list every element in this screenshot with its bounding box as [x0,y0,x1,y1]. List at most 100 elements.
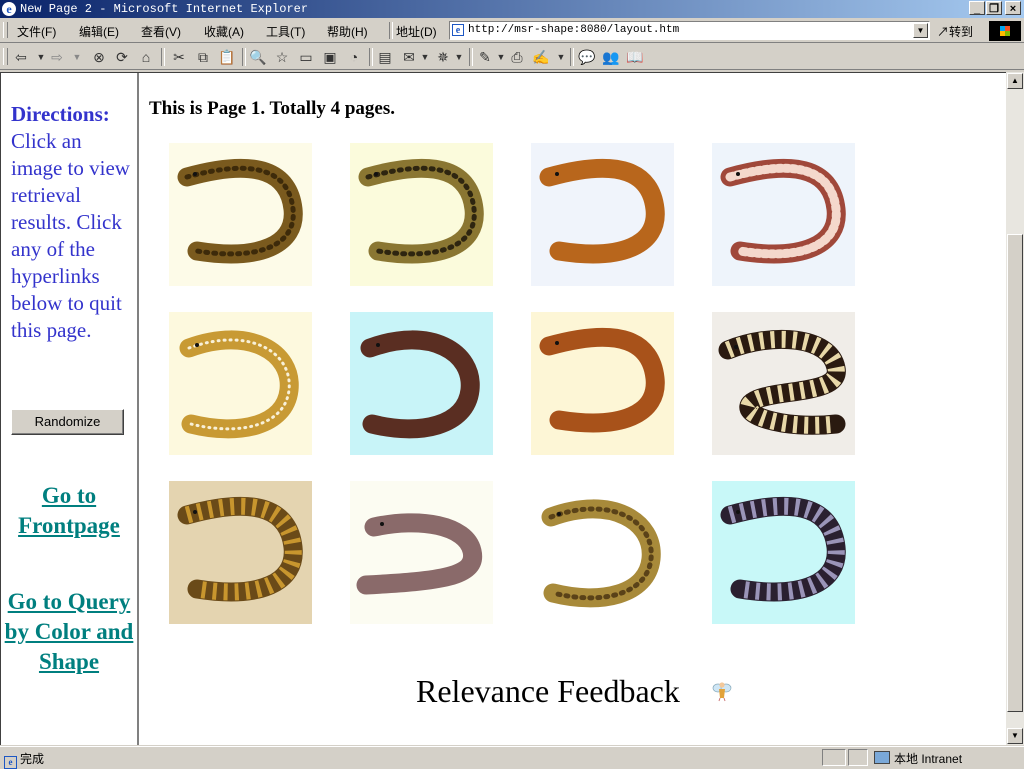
mail-dropdown-icon[interactable]: ▼ [416,48,434,66]
directions-heading: Directions: [11,102,110,126]
eel-image[interactable] [712,143,855,286]
status-bar: e 完成 本地 Intranet [0,746,1024,769]
eel-image[interactable] [169,143,312,286]
eel-image[interactable] [169,481,312,624]
paste-icon[interactable]: 📋 [218,48,236,66]
status-pane [822,749,846,766]
eel-graphic [177,496,303,602]
toolbar-grip [3,48,8,65]
page-info: This is Page 1. Totally 4 pages. [149,98,395,119]
encoding-dropdown-icon[interactable]: ▼ [450,48,468,66]
cut-icon[interactable]: ✂ [170,48,188,66]
research-icon[interactable]: 📖 [626,48,644,66]
history-icon[interactable]: ▭ [297,48,315,66]
go-to-query-link[interactable]: Go to Query by Color and Shape [1,587,137,677]
scroll-thumb[interactable] [1007,234,1023,712]
eel-image[interactable] [350,312,493,455]
eel-graphic [177,158,303,264]
stop-icon[interactable]: ⊗ [90,48,108,66]
print-icon[interactable]: ⎙ [508,48,526,66]
address-bar[interactable]: e ▼ [449,21,930,40]
eel-graphic [179,330,299,439]
go-button[interactable]: ↗转到 [937,23,973,40]
channels-icon[interactable]: ▣ [321,48,339,66]
go-to-frontpage-link[interactable]: Go to Frontpage [1,481,137,541]
page-status-icon: e [4,756,17,769]
edit-page-icon[interactable]: ✍ [532,48,550,66]
status-label: 完成 [20,752,45,766]
toolbar-separator [469,48,473,66]
eel-image[interactable] [531,143,674,286]
eel-image[interactable] [350,143,493,286]
home-icon[interactable]: ⌂ [137,48,155,66]
media-icon[interactable]: ◔ [345,48,363,66]
zone-label: 本地 Intranet [894,752,963,766]
fullscreen-icon[interactable]: ▤ [376,48,394,66]
eel-graphic [720,158,846,264]
forward-dropdown-icon[interactable]: ▼ [68,48,86,66]
menu-edit[interactable]: 编辑(E) [79,23,119,40]
scroll-up-button[interactable]: ▲ [1007,73,1023,89]
minimize-button[interactable]: _ [969,1,985,15]
window-title: New Page 2 - Microsoft Internet Explorer [20,2,309,16]
ie-logo-icon: e [2,2,16,16]
copy-icon[interactable]: ⧉ [194,48,212,66]
fairy-icon[interactable] [712,680,732,702]
eel-graphic [356,513,483,595]
eel-image[interactable] [169,312,312,455]
eel-graphic [718,329,846,435]
eel-image[interactable] [531,481,674,624]
forward-icon[interactable]: ⇨ [48,48,66,66]
address-input[interactable] [468,23,908,38]
toolbar: ⇦ ▼ ⇨ ▼ ⊗ ⟳ ⌂ ✂ ⧉ 📋 🔍 ☆ ▭ ▣ ◔ ▤ ✉ ▼ ✵ ▼ … [0,44,1024,70]
toolbar-separator [242,48,246,66]
browser-viewport: Directions: Click an image to view retri… [0,72,1006,745]
address-separator [389,22,393,39]
page-icon: e [452,24,464,36]
menu-file[interactable]: 文件(F) [17,23,56,40]
title-bar: e New Page 2 - Microsoft Internet Explor… [0,0,1024,18]
left-frame: Directions: Click an image to view retri… [1,73,139,745]
scroll-down-button[interactable]: ▼ [1007,728,1023,744]
randomize-button[interactable]: Randomize [11,409,124,435]
eel-image[interactable] [350,481,493,624]
eel-image[interactable] [531,312,674,455]
favorites-icon[interactable]: ☆ [273,48,291,66]
menu-tools[interactable]: 工具(T) [266,23,305,40]
main-frame: This is Page 1. Totally 4 pages. Relevan… [139,73,1005,745]
menu-help[interactable]: 帮助(H) [327,23,368,40]
directions-body: Click an image to view retrieval results… [11,129,130,342]
edit-page-dropdown-icon[interactable]: ▼ [552,48,570,66]
eel-graphic [541,499,661,608]
vertical-scrollbar[interactable]: ▲ ▼ [1006,72,1024,745]
messenger-icon[interactable]: 👥 [602,48,620,66]
address-dropdown-button[interactable]: ▼ [913,23,928,38]
eel-graphic [539,327,665,433]
menu-favorites[interactable]: 收藏(A) [204,23,244,40]
back-icon[interactable]: ⇦ [12,48,30,66]
directions-text: Directions: Click an image to view retri… [11,101,135,344]
status-text: e 完成 [4,750,44,769]
status-pane [848,749,868,766]
toolbar-separator [161,48,165,66]
address-label: 地址(D) [396,25,437,39]
eel-image[interactable] [712,312,855,455]
eel-image[interactable] [712,481,855,624]
close-button[interactable]: × [1005,1,1021,15]
refresh-icon[interactable]: ⟳ [113,48,131,66]
eel-graphic [720,496,846,602]
toolbar-separator [570,48,574,66]
restore-button[interactable]: ❐ [986,1,1002,15]
toolbar-separator [369,48,373,66]
relevance-feedback-link[interactable]: Relevance Feedback [416,673,680,709]
discuss-icon[interactable]: 💬 [578,48,596,66]
menu-bar: 文件(F) 编辑(E) 查看(V) 收藏(A) 工具(T) 帮助(H) 地址(D… [0,19,1024,43]
menu-grip [3,22,8,38]
zone-indicator: 本地 Intranet [874,750,962,767]
search-icon[interactable]: 🔍 [249,48,267,66]
eel-graphic [360,330,480,439]
eel-graphic [539,158,665,264]
intranet-icon [874,751,890,764]
menu-view[interactable]: 查看(V) [141,23,181,40]
windows-logo-icon [989,21,1021,41]
